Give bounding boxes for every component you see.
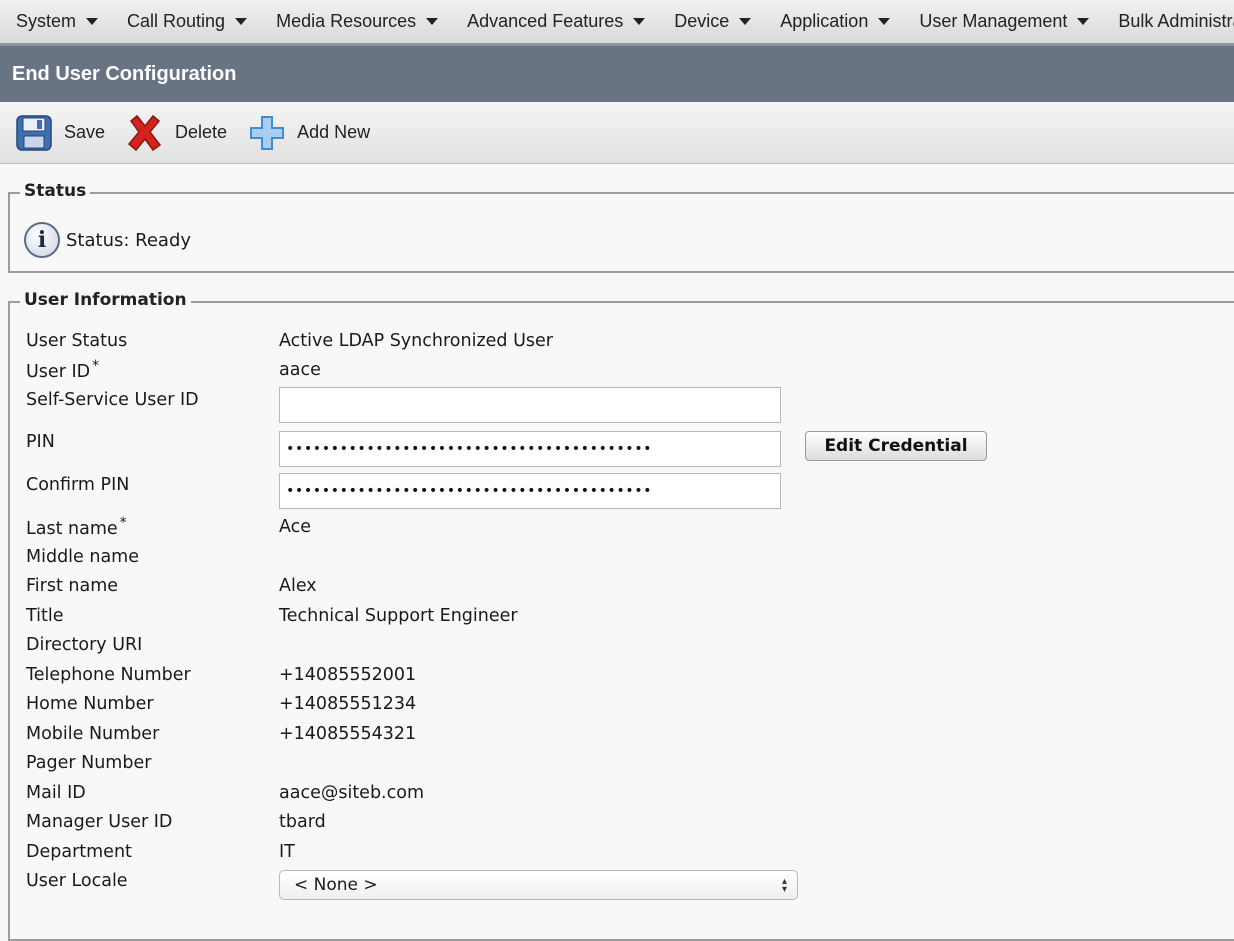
save-button[interactable]: Save	[14, 113, 105, 153]
menu-system[interactable]: System	[0, 0, 111, 43]
telephone-value: +14085552001	[279, 665, 417, 685]
field-label: Department	[26, 842, 132, 862]
field-label: Manager User ID	[26, 812, 173, 832]
field-label: Middle name	[26, 547, 139, 567]
user-id-value: aace	[279, 360, 321, 380]
mobile-number-value: +14085554321	[279, 724, 417, 744]
self-service-user-id-input[interactable]	[279, 387, 781, 423]
menu-user-management[interactable]: User Management	[903, 0, 1102, 43]
department-value: IT	[279, 842, 295, 862]
menu-label: User Management	[919, 11, 1068, 31]
field-label: Last name *	[26, 515, 276, 539]
menu-media-resources[interactable]: Media Resources	[260, 0, 451, 43]
field-label: Confirm PIN	[26, 475, 130, 495]
menu-bulk-administration[interactable]: Bulk Administration	[1102, 0, 1234, 43]
last-name-label: Last name	[26, 518, 118, 539]
manager-user-id-value: tbard	[279, 812, 326, 832]
status-legend: Status	[20, 181, 91, 201]
pin-input[interactable]: ••••••••••••••••••••••••••••••••••••••••…	[279, 431, 781, 467]
caret-down-icon	[878, 18, 891, 25]
first-name-value: Alex	[279, 576, 317, 596]
menu-label: Device	[674, 11, 730, 31]
menu-label: Bulk Administration	[1118, 11, 1234, 31]
status-row: i Status: Ready	[24, 222, 191, 258]
required-marker: *	[92, 358, 100, 375]
field-label: Directory URI	[26, 635, 143, 655]
field-label: Self-Service User ID	[26, 390, 199, 410]
caret-down-icon	[86, 18, 99, 25]
field-label: Mail ID	[26, 783, 86, 803]
menu-call-routing[interactable]: Call Routing	[111, 0, 260, 43]
field-label: User Locale	[26, 871, 128, 891]
user-locale-selected: < None >	[294, 875, 378, 895]
toolbar: Save Delete Add New	[0, 102, 1234, 164]
info-icon: i	[24, 222, 60, 258]
select-arrows-icon: ▴ ▾	[781, 876, 787, 895]
add-new-label: Add New	[297, 122, 371, 142]
user-id-label: User ID	[26, 361, 91, 382]
menu-device[interactable]: Device	[658, 0, 764, 43]
caret-down-icon	[739, 18, 752, 25]
title-value: Technical Support Engineer	[279, 606, 518, 626]
top-menu-bar: System Call Routing Media Resources Adva…	[0, 0, 1234, 44]
field-label: PIN	[26, 432, 55, 452]
page-title-bar: End User Configuration	[0, 44, 1234, 102]
field-label: First name	[26, 576, 119, 596]
page-title: End User Configuration	[12, 62, 237, 85]
mail-id-value: aace@siteb.com	[279, 783, 424, 803]
floppy-disk-icon	[14, 113, 54, 153]
status-section: Status i Status: Ready	[8, 181, 1234, 273]
save-label: Save	[64, 122, 106, 142]
field-label: Pager Number	[26, 753, 152, 773]
menu-label: Media Resources	[276, 11, 417, 31]
user-status-value: Active LDAP Synchronized User	[279, 331, 553, 351]
caret-down-icon	[426, 18, 439, 25]
menu-advanced-features[interactable]: Advanced Features	[451, 0, 658, 43]
field-label: User ID *	[26, 358, 276, 382]
delete-label: Delete	[175, 122, 228, 142]
last-name-value: Ace	[279, 517, 312, 537]
status-text: Status: Ready	[66, 229, 192, 251]
field-label: Telephone Number	[26, 665, 191, 685]
user-information-legend: User Information	[20, 290, 191, 310]
edit-credential-button[interactable]: Edit Credential	[805, 431, 987, 461]
menu-label: Application	[780, 11, 869, 31]
field-label: Title	[26, 606, 64, 626]
home-number-value: +14085551234	[279, 694, 417, 714]
caret-down-icon	[235, 18, 248, 25]
confirm-pin-input[interactable]: ••••••••••••••••••••••••••••••••••••••••…	[279, 473, 781, 509]
user-information-section: User Information User Status Active LDAP…	[8, 290, 1234, 941]
caret-down-icon	[1077, 18, 1090, 25]
plus-icon	[247, 113, 287, 153]
menu-label: Advanced Features	[467, 11, 624, 31]
delete-button[interactable]: Delete	[125, 113, 227, 153]
red-x-icon	[125, 113, 165, 153]
user-locale-select[interactable]: < None > ▴ ▾	[279, 870, 798, 900]
menu-label: Call Routing	[127, 11, 226, 31]
field-label: Home Number	[26, 694, 154, 714]
field-label: Mobile Number	[26, 724, 160, 744]
add-new-button[interactable]: Add New	[247, 113, 370, 153]
menu-application[interactable]: Application	[764, 0, 903, 43]
field-label: User Status	[26, 331, 128, 351]
required-marker: *	[119, 515, 127, 532]
caret-down-icon	[633, 18, 646, 25]
menu-label: System	[16, 11, 77, 31]
